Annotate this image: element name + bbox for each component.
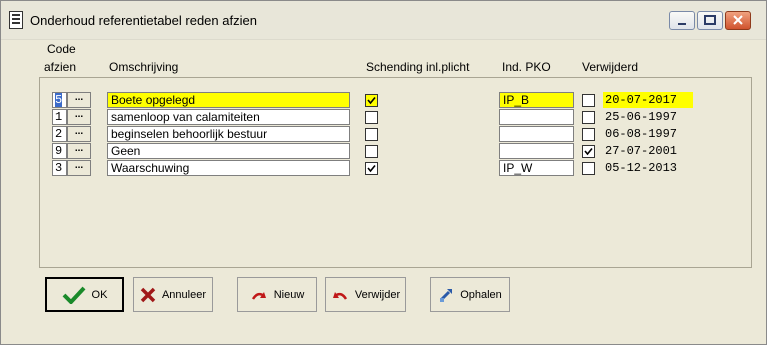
verwijderd-checkbox[interactable] (582, 162, 595, 175)
checkmark-icon (584, 147, 593, 156)
ind-pko-field[interactable]: IP_B (499, 92, 574, 108)
curved-arrow-icon (251, 291, 266, 300)
window-title: Onderhoud referentietabel reden afzien (30, 13, 257, 28)
code-field[interactable]: 1 (52, 109, 67, 125)
checkmark-icon (367, 96, 376, 105)
schending-checkbox[interactable] (365, 162, 378, 175)
undo-arrow-icon (332, 291, 347, 300)
verwijderd-checkbox[interactable] (582, 111, 595, 124)
code-field[interactable]: 3 (52, 160, 67, 176)
maximize-icon (704, 15, 716, 25)
ind-pko-field[interactable]: IP_W (499, 160, 574, 176)
column-header-code: Code (47, 42, 76, 56)
ind-pko-field[interactable] (499, 126, 574, 142)
ok-label: OK (91, 288, 108, 301)
verwijderd-checkbox[interactable] (582, 94, 595, 107)
omschrijving-field[interactable]: beginselen behoorlijk bestuur (107, 126, 350, 142)
cross-icon (140, 287, 156, 302)
column-header-omschrijving: Omschrijving (109, 60, 179, 74)
schending-checkbox[interactable] (365, 128, 378, 141)
nieuw-label: Nieuw (273, 288, 305, 301)
checkmark-icon (367, 164, 376, 173)
ophalen-button[interactable]: Ophalen (430, 277, 510, 312)
omschrijving-field[interactable]: Boete opgelegd (107, 92, 350, 108)
close-icon (733, 15, 743, 25)
schending-checkbox[interactable] (365, 94, 378, 107)
omschrijving-field[interactable]: Waarschuwing (107, 160, 350, 176)
lookup-button[interactable]: ... (67, 160, 91, 176)
fetch-icon (440, 288, 453, 302)
nieuw-button[interactable]: Nieuw (237, 277, 317, 312)
checkmark-icon (62, 286, 86, 304)
verwijderd-checkbox[interactable] (582, 145, 595, 158)
column-header-ind-pko: Ind. PKO (502, 60, 551, 74)
column-header-afzien: afzien (44, 60, 77, 74)
title-bar[interactable]: Onderhoud referentietabel reden afzien (1, 1, 766, 40)
verwijder-button[interactable]: Verwijder (325, 277, 406, 312)
lookup-button[interactable]: ... (67, 126, 91, 142)
app-window: Onderhoud referentietabel reden afzien C… (0, 0, 767, 345)
schending-checkbox[interactable] (365, 111, 378, 124)
ok-button[interactable]: OK (45, 277, 124, 312)
minimize-icon (678, 23, 686, 25)
code-field[interactable]: 5 (52, 92, 67, 108)
maximize-button[interactable] (697, 11, 723, 30)
column-header-schending: Schending inl.plicht (366, 60, 470, 74)
column-header-verwijderd: Verwijderd (582, 60, 639, 74)
ind-pko-field[interactable] (499, 143, 574, 159)
lookup-button[interactable]: ... (67, 109, 91, 125)
ophalen-label: Ophalen (460, 288, 502, 301)
close-button[interactable] (725, 11, 751, 30)
code-field[interactable]: 2 (52, 126, 67, 142)
minimize-button[interactable] (669, 11, 695, 30)
verwijderd-date: 27-07-2001 (605, 144, 678, 158)
verwijder-label: Verwijder (354, 288, 401, 301)
omschrijving-field[interactable]: Geen (107, 143, 350, 159)
annuleer-button[interactable]: Annuleer (133, 277, 213, 312)
annuleer-label: Annuleer (161, 288, 207, 301)
lookup-button[interactable]: ... (67, 143, 91, 159)
verwijderd-date: 20-07-2017 (603, 92, 693, 108)
lookup-button[interactable]: ... (67, 92, 91, 108)
schending-checkbox[interactable] (365, 145, 378, 158)
verwijderd-checkbox[interactable] (582, 128, 595, 141)
verwijderd-date: 06-08-1997 (605, 127, 678, 141)
ind-pko-field[interactable] (499, 109, 574, 125)
code-field[interactable]: 9 (52, 143, 67, 159)
omschrijving-field[interactable]: samenloop van calamiteiten (107, 109, 350, 125)
verwijderd-date: 25-06-1997 (605, 110, 678, 124)
verwijderd-date: 05-12-2013 (605, 161, 678, 175)
document-icon (9, 11, 23, 29)
